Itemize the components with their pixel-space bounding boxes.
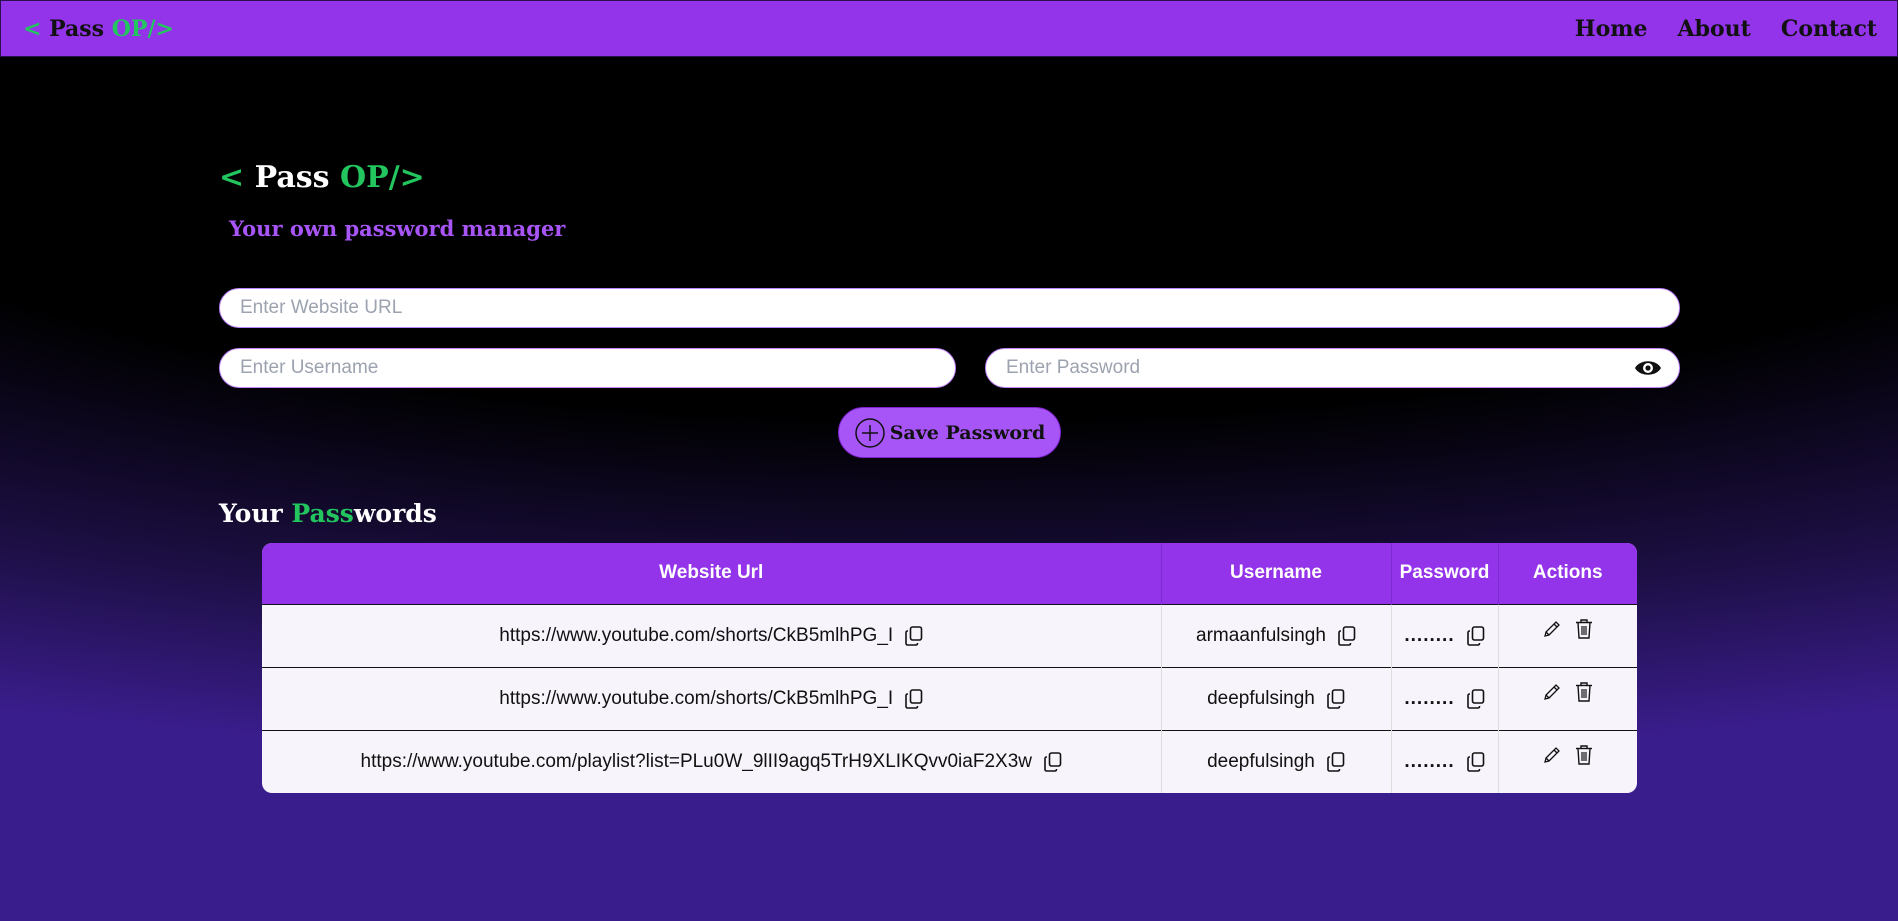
url-cell: https://www.youtube.com/shorts/CkB5mlhPG… bbox=[262, 604, 1162, 667]
nav-logo[interactable]: < Pass OP/> bbox=[23, 16, 174, 42]
website-link[interactable]: https://www.youtube.com/shorts/CkB5mlhPG… bbox=[499, 625, 893, 647]
table-row: https://www.youtube.com/shorts/CkB5mlhPG… bbox=[262, 604, 1637, 667]
website-link[interactable]: https://www.youtube.com/playlist?list=PL… bbox=[361, 751, 1032, 773]
username-cell: deepfulsingh bbox=[1161, 730, 1392, 793]
nav-links: Home About Contact bbox=[1575, 16, 1877, 42]
header-actions: Actions bbox=[1532, 562, 1603, 584]
tagline: Your own password manager bbox=[229, 216, 566, 241]
password-mask: ........ bbox=[1404, 687, 1455, 709]
delete-icon[interactable] bbox=[1574, 681, 1594, 703]
page-title: < Pass OP/> bbox=[219, 160, 425, 195]
actions-cell bbox=[1498, 667, 1637, 730]
edit-icon[interactable] bbox=[1542, 619, 1562, 639]
username-cell: deepfulsingh bbox=[1161, 667, 1392, 730]
table-row: https://www.youtube.com/shorts/CkB5mlhPG… bbox=[262, 667, 1637, 730]
save-password-button[interactable]: Save Password bbox=[838, 407, 1061, 458]
copy-icon[interactable] bbox=[1466, 751, 1485, 772]
nav-link-about[interactable]: About bbox=[1678, 16, 1751, 42]
copy-icon[interactable] bbox=[905, 688, 923, 709]
password-cell: ........ bbox=[1391, 604, 1499, 667]
actions-cell bbox=[1498, 604, 1637, 667]
heading-post: words bbox=[353, 499, 437, 528]
nav-link-home[interactable]: Home bbox=[1575, 16, 1648, 42]
copy-icon[interactable] bbox=[1338, 625, 1356, 646]
username-cell: armaanfulsingh bbox=[1161, 604, 1392, 667]
actions-cell bbox=[1498, 730, 1637, 793]
passwords-heading: Your Passwords bbox=[219, 499, 437, 528]
logo-bracket: < bbox=[23, 15, 50, 42]
copy-icon[interactable] bbox=[905, 625, 923, 646]
heading-pre: Your bbox=[219, 499, 292, 528]
delete-icon[interactable] bbox=[1574, 618, 1594, 640]
url-cell: https://www.youtube.com/playlist?list=PL… bbox=[262, 730, 1162, 793]
title-bracket: < bbox=[219, 160, 255, 195]
edit-icon[interactable] bbox=[1542, 745, 1562, 765]
heading-green: Pass bbox=[291, 499, 354, 528]
copy-icon[interactable] bbox=[1327, 751, 1345, 772]
passwords-table: Website Url Username Password Actions ht… bbox=[262, 543, 1637, 793]
plus-circle-icon bbox=[854, 417, 886, 449]
title-name: Pass bbox=[254, 160, 330, 195]
table-header-row: Website Url Username Password Actions bbox=[262, 543, 1637, 604]
header-username: Username bbox=[1161, 543, 1392, 604]
password-mask: ........ bbox=[1404, 624, 1455, 646]
eye-icon[interactable] bbox=[1632, 353, 1664, 383]
copy-icon[interactable] bbox=[1466, 688, 1485, 709]
edit-icon[interactable] bbox=[1542, 682, 1562, 702]
copy-icon[interactable] bbox=[1327, 688, 1345, 709]
logo-name: Pass bbox=[49, 15, 105, 42]
password-cell: ........ bbox=[1391, 667, 1499, 730]
save-password-label: Save Password bbox=[889, 421, 1046, 444]
website-link[interactable]: https://www.youtube.com/shorts/CkB5mlhPG… bbox=[499, 688, 893, 710]
password-cell: ........ bbox=[1391, 730, 1499, 793]
nav-link-contact[interactable]: Contact bbox=[1781, 16, 1877, 42]
url-cell: https://www.youtube.com/shorts/CkB5mlhPG… bbox=[262, 667, 1162, 730]
username-text: deepfulsingh bbox=[1207, 687, 1315, 709]
username-text: armaanfulsingh bbox=[1196, 624, 1326, 646]
logo-suffix: OP/> bbox=[104, 15, 174, 42]
copy-icon[interactable] bbox=[1466, 625, 1485, 646]
header-website-url: Website Url bbox=[262, 543, 1162, 604]
table-row: https://www.youtube.com/playlist?list=PL… bbox=[262, 730, 1637, 793]
password-input[interactable] bbox=[985, 348, 1680, 388]
username-text: deepfulsingh bbox=[1207, 750, 1315, 772]
header-password: Password bbox=[1391, 543, 1499, 604]
delete-icon[interactable] bbox=[1574, 744, 1594, 766]
password-mask: ........ bbox=[1404, 750, 1455, 772]
title-suffix: OP/> bbox=[329, 160, 425, 195]
navbar: < Pass OP/> Home About Contact bbox=[0, 0, 1898, 57]
copy-icon[interactable] bbox=[1044, 751, 1062, 772]
website-url-input[interactable] bbox=[219, 288, 1680, 328]
username-input[interactable] bbox=[219, 348, 956, 388]
